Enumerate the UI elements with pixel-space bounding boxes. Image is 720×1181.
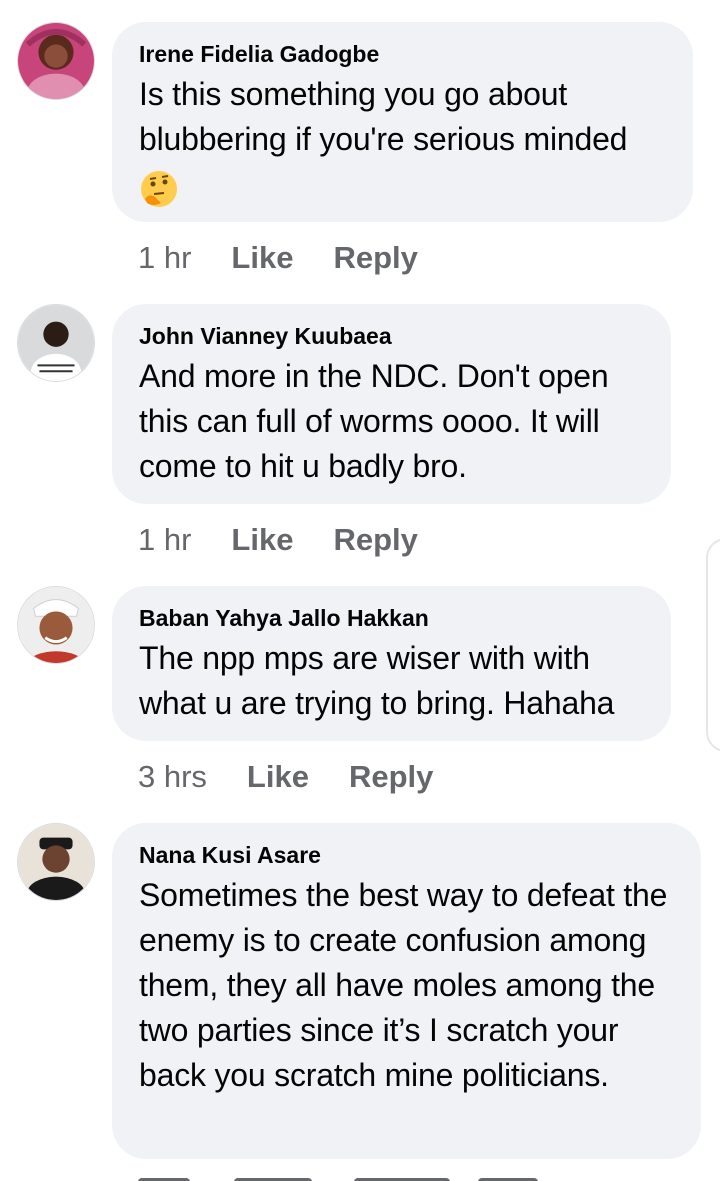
reply-button[interactable]: Reply [333, 240, 417, 276]
avatar[interactable] [17, 22, 95, 100]
avatar[interactable] [17, 823, 95, 901]
like-button[interactable]: Like [247, 759, 309, 795]
reply-button[interactable]: Reply [333, 522, 417, 558]
comment-author[interactable]: Irene Fidelia Gadogbe [139, 40, 667, 68]
comment-text-body: Is this something you go about blubberin… [139, 76, 628, 157]
comment-timestamp[interactable]: 3 hrs [138, 759, 207, 795]
reply-button[interactable]: Reply [349, 759, 433, 795]
comment-actions: 1 hr Like Reply [138, 522, 418, 558]
comment-author[interactable]: Baban Yahya Jallo Hakkan [139, 604, 645, 632]
comment-text: Sometimes the best way to defeat the ene… [139, 877, 668, 1093]
side-panel-edge [706, 538, 720, 752]
avatar[interactable] [17, 586, 95, 664]
comment-actions-cropped [138, 1170, 558, 1181]
comment-author[interactable]: John Vianney Kuubaea [139, 322, 645, 350]
like-button[interactable]: Like [231, 522, 293, 558]
avatar[interactable] [17, 304, 95, 382]
like-button[interactable]: Like [231, 240, 293, 276]
comment-actions: 3 hrs Like Reply [138, 759, 433, 795]
thinking-face-icon [139, 169, 179, 209]
comment-bubble: Nana Kusi Asare Sometimes the best way t… [112, 823, 701, 1159]
comment-text: The npp mps are wiser with with what u a… [139, 640, 615, 721]
comment-actions: 1 hr Like Reply [138, 240, 418, 276]
comment-bubble: Baban Yahya Jallo Hakkan The npp mps are… [112, 586, 671, 741]
comments-page: Irene Fidelia Gadogbe Is this something … [0, 0, 720, 1181]
comment-timestamp[interactable]: 1 hr [138, 522, 191, 558]
comment-timestamp[interactable]: 1 hr [138, 240, 191, 276]
comment-text: Is this something you go about blubberin… [139, 72, 667, 209]
comment-bubble: Irene Fidelia Gadogbe Is this something … [112, 22, 693, 222]
comment-text: And more in the NDC. Don't open this can… [139, 358, 609, 484]
comment-bubble: John Vianney Kuubaea And more in the NDC… [112, 304, 671, 504]
comment-author[interactable]: Nana Kusi Asare [139, 841, 675, 869]
